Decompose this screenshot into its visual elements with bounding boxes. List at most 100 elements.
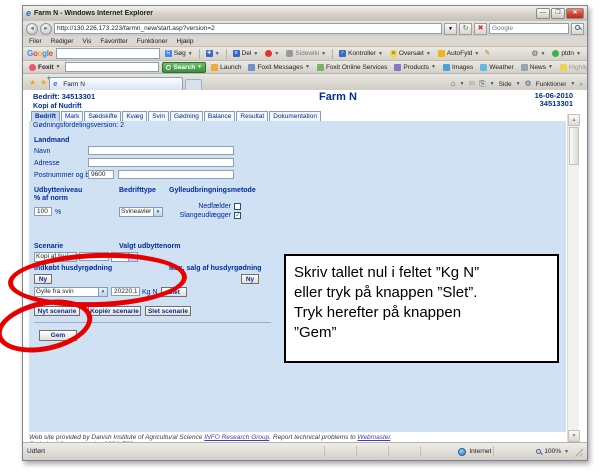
new-tab-button[interactable] (185, 79, 202, 90)
close-button[interactable]: ✕ (566, 8, 584, 19)
zoom-level[interactable]: 100% (544, 448, 561, 455)
slangeudlaegger-label: Slangeudlægger (167, 212, 231, 219)
zoom-magnifier-icon (536, 449, 541, 454)
quick-search-input[interactable] (489, 23, 569, 34)
url-dropdown-button[interactable]: ▼ (444, 23, 457, 35)
search-go-button[interactable] (571, 23, 584, 35)
news-icon (521, 64, 528, 71)
bedrifttype-select[interactable]: Svineavler▼ (119, 207, 163, 217)
scenarie-value: Kopi af Nudrift (35, 253, 67, 261)
google-search-input[interactable] (56, 48, 160, 59)
account-button[interactable]: ptdn▼ (550, 50, 583, 57)
foxit-weather-button[interactable]: Weather (478, 64, 515, 71)
status-cell (356, 446, 386, 457)
tools-menu-button[interactable]: Funktioner (536, 81, 567, 88)
spellcheck-button[interactable]: ✓Kontroller▼ (337, 50, 385, 57)
foxit-online-services-button[interactable]: Foxit Online Services (315, 64, 389, 71)
maximize-button[interactable]: ❐ (551, 8, 565, 19)
google-search-button[interactable]: GSøg▼ (163, 50, 195, 57)
scrollbar-thumb[interactable] (569, 127, 579, 165)
resize-grip[interactable] (573, 447, 583, 457)
feeds-icon[interactable]: ✉ (469, 80, 476, 88)
vertical-scrollbar[interactable]: ▲ ▼ (567, 114, 579, 442)
highlighter-icon (560, 64, 567, 71)
scenarie-name-input[interactable] (79, 252, 109, 261)
messages-icon (248, 64, 255, 71)
menu-favoritter[interactable]: Favoritter (100, 38, 127, 45)
info-research-group-link[interactable]: INFO Research Group (204, 434, 269, 441)
overflow-chevron[interactable]: » (579, 81, 583, 88)
bookmark-button[interactable]: ▼ (263, 50, 281, 57)
scroll-down-button[interactable]: ▼ (568, 430, 580, 442)
foxit-products-button[interactable]: Products▼ (392, 64, 438, 71)
menu-vis[interactable]: Vis (82, 38, 91, 45)
translate-button[interactable]: aOversæt▼ (388, 50, 433, 57)
foxit-launch-button[interactable]: Launch (209, 64, 243, 71)
add-gadget-button[interactable]: ✚▼ (204, 50, 222, 57)
zoom-dropdown-icon[interactable]: ▼ (564, 449, 569, 455)
menu-funktioner[interactable]: Funktioner (137, 38, 168, 45)
address-bar: ◄ ► ▼ ↻ ✖ (23, 21, 587, 36)
url-input[interactable] (54, 23, 442, 34)
forward-button[interactable]: ► (40, 23, 52, 35)
translate-icon: a (390, 50, 397, 57)
webmaster-link[interactable]: Webmaster (357, 434, 390, 441)
bedrift-id: Bedrift: 34513301 (33, 92, 95, 101)
gem-button[interactable]: Gem (39, 330, 77, 341)
stop-button[interactable]: ✖ (474, 23, 487, 35)
chevron-down-icon: ▼ (128, 253, 137, 261)
menu-hjaelp[interactable]: Hjælp (177, 38, 194, 45)
navn-input[interactable] (88, 146, 234, 155)
favorites-star-icon[interactable]: ★ (29, 78, 36, 87)
foxit-menu-button[interactable]: Foxit▼ (27, 64, 62, 71)
bedrifttype-value: Svineavler (120, 208, 153, 216)
scroll-up-button[interactable]: ▲ (568, 114, 580, 126)
instruction-line: ”Gem” (294, 323, 549, 343)
slet-button[interactable]: Slet (161, 287, 187, 297)
navn-label: Navn (34, 148, 50, 155)
gylleudbringning-header: Gylleudbringningsmetode (169, 187, 256, 194)
foxit-search-button[interactable]: Search▼ (162, 62, 206, 73)
minimize-button[interactable]: — (536, 8, 550, 19)
slet-scenarie-button[interactable]: Slet scenarie (145, 306, 191, 316)
foxit-messages-button[interactable]: Foxit Messages▼ (246, 64, 311, 71)
nedfaelder-checkbox[interactable] (234, 203, 241, 210)
scenarie-select[interactable]: Kopi af Nudrift▼ (34, 252, 77, 262)
page-menu-button[interactable]: Side (499, 81, 512, 88)
menu-rediger[interactable]: Rediger (51, 38, 74, 45)
status-cell (324, 446, 354, 457)
foxit-news-button[interactable]: News▼ (519, 64, 555, 71)
toolbar-separator (199, 49, 200, 59)
slangeudlaegger-checkbox[interactable]: ✓ (234, 212, 241, 219)
kgn-input[interactable] (111, 287, 140, 296)
foxit-images-button[interactable]: Images (441, 64, 475, 71)
year-select[interactable]: 2010▼ (111, 252, 138, 262)
status-bar: Udført Internet 100% ▼ (23, 442, 587, 460)
page-title: Farm N (283, 91, 393, 103)
print-icon[interactable]: ⎘ (479, 80, 485, 88)
foxit-highlight-button[interactable]: Highlight (558, 64, 587, 71)
share-button[interactable]: eDel▼ (231, 50, 261, 57)
by-input[interactable] (118, 170, 234, 179)
tab-farm-n[interactable]: e Farm N (49, 77, 183, 90)
goedningstype-select[interactable]: Gylle fra svin▼ (34, 287, 108, 297)
toolbar-settings-button[interactable]: ⚙▼ (529, 50, 547, 58)
sidewiki-button[interactable]: Sidewiki▼ (284, 50, 328, 57)
adresse-input[interactable] (88, 158, 234, 167)
home-icon[interactable]: ⌂ (451, 80, 456, 88)
postnummer-input[interactable] (88, 170, 114, 179)
udbytteniveau-header: Udbytteniveau (34, 187, 82, 194)
ny-salg-button[interactable]: Ny (241, 274, 259, 284)
udbytteniveau-input[interactable] (34, 207, 52, 216)
pen-icon[interactable]: ✎ (484, 50, 490, 58)
kopier-scenarie-button[interactable]: Kopiér scenarie (88, 306, 141, 316)
nyt-scenarie-button[interactable]: Nyt scenarie (34, 306, 80, 316)
refresh-button[interactable]: ↻ (459, 23, 472, 35)
menu-filer[interactable]: Filer (29, 38, 42, 45)
add-favorite-icon[interactable]: ★ (40, 78, 47, 87)
pct-af-norm-header: % af norm (34, 195, 68, 202)
autofill-button[interactable]: AutoFyld▼ (436, 50, 482, 57)
foxit-search-input[interactable] (65, 62, 159, 72)
ny-husdyrgoedning-button[interactable]: Ny (34, 274, 52, 284)
back-button[interactable]: ◄ (26, 23, 38, 35)
